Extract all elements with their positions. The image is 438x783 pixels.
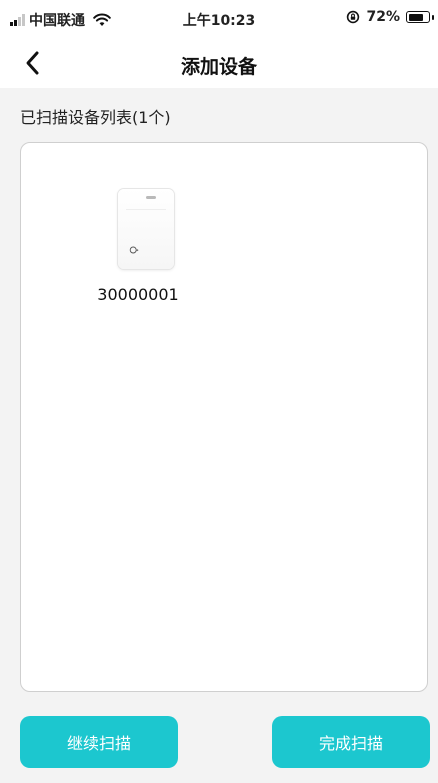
back-button[interactable] xyxy=(22,48,56,78)
device-item[interactable]: 30000001 xyxy=(83,183,193,304)
finish-scan-button[interactable]: 完成扫描 xyxy=(272,716,430,768)
page-title: 添加设备 xyxy=(180,56,257,78)
add-device-screen: 中国联通 上午10:23 72% 添加设备 已扫描设备列表(1个) 300000… xyxy=(0,0,438,783)
battery-cap xyxy=(432,15,434,20)
battery-icon xyxy=(406,11,434,23)
orientation-lock-icon xyxy=(346,10,360,24)
device-list-heading: 已扫描设备列表(1个) xyxy=(20,108,171,127)
status-right: 72% xyxy=(346,9,434,25)
battery-percent: 72% xyxy=(366,9,400,25)
status-bar: 中国联通 上午10:23 72% xyxy=(0,0,438,38)
nav-bar: 添加设备 xyxy=(0,38,438,88)
device-image xyxy=(118,189,174,269)
device-list-panel: 30000001 xyxy=(20,142,428,692)
battery-fill xyxy=(408,13,423,21)
device-id-label: 30000001 xyxy=(97,285,179,304)
chevron-left-icon xyxy=(26,51,39,75)
device-topbar xyxy=(126,189,166,210)
device-indicator-icon xyxy=(129,246,139,254)
continue-scan-button[interactable]: 继续扫描 xyxy=(20,716,178,768)
